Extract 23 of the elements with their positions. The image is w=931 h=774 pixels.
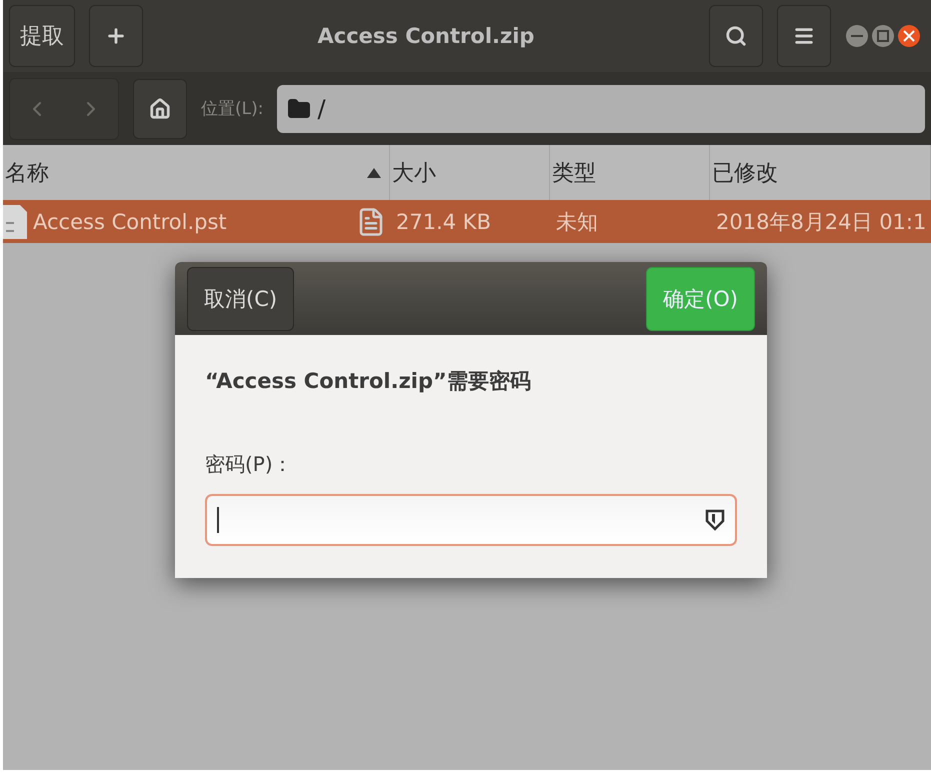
cancel-button[interactable]: 取消(C) — [187, 266, 294, 330]
add-button[interactable] — [89, 5, 143, 67]
file-name: Access Control.pst — [33, 210, 227, 234]
menu-button[interactable] — [777, 5, 831, 67]
menu-icon — [793, 25, 815, 47]
binary-file-icon — [3, 204, 27, 238]
search-icon — [725, 25, 747, 47]
folder-icon — [287, 96, 312, 120]
shield-icon — [705, 509, 725, 531]
password-field[interactable] — [205, 494, 737, 546]
search-button[interactable] — [709, 5, 763, 67]
file-modified: 2018年8月24日 01:1 — [715, 208, 928, 236]
location-label: 位置(L): — [201, 98, 264, 120]
file-size: 271.4 KB — [395, 208, 492, 236]
home-icon — [149, 98, 171, 120]
plus-icon — [105, 25, 127, 47]
dialog-message: “Access Control.zip”需要密码 — [205, 368, 532, 395]
home-button[interactable] — [133, 78, 187, 138]
window-title: Access Control.zip — [316, 24, 536, 48]
field-label: 密码(P)： — [205, 451, 294, 478]
path-field[interactable]: / — [277, 84, 925, 132]
file-type: 未知 — [555, 208, 599, 236]
extract-button[interactable]: 提取 — [9, 5, 75, 67]
